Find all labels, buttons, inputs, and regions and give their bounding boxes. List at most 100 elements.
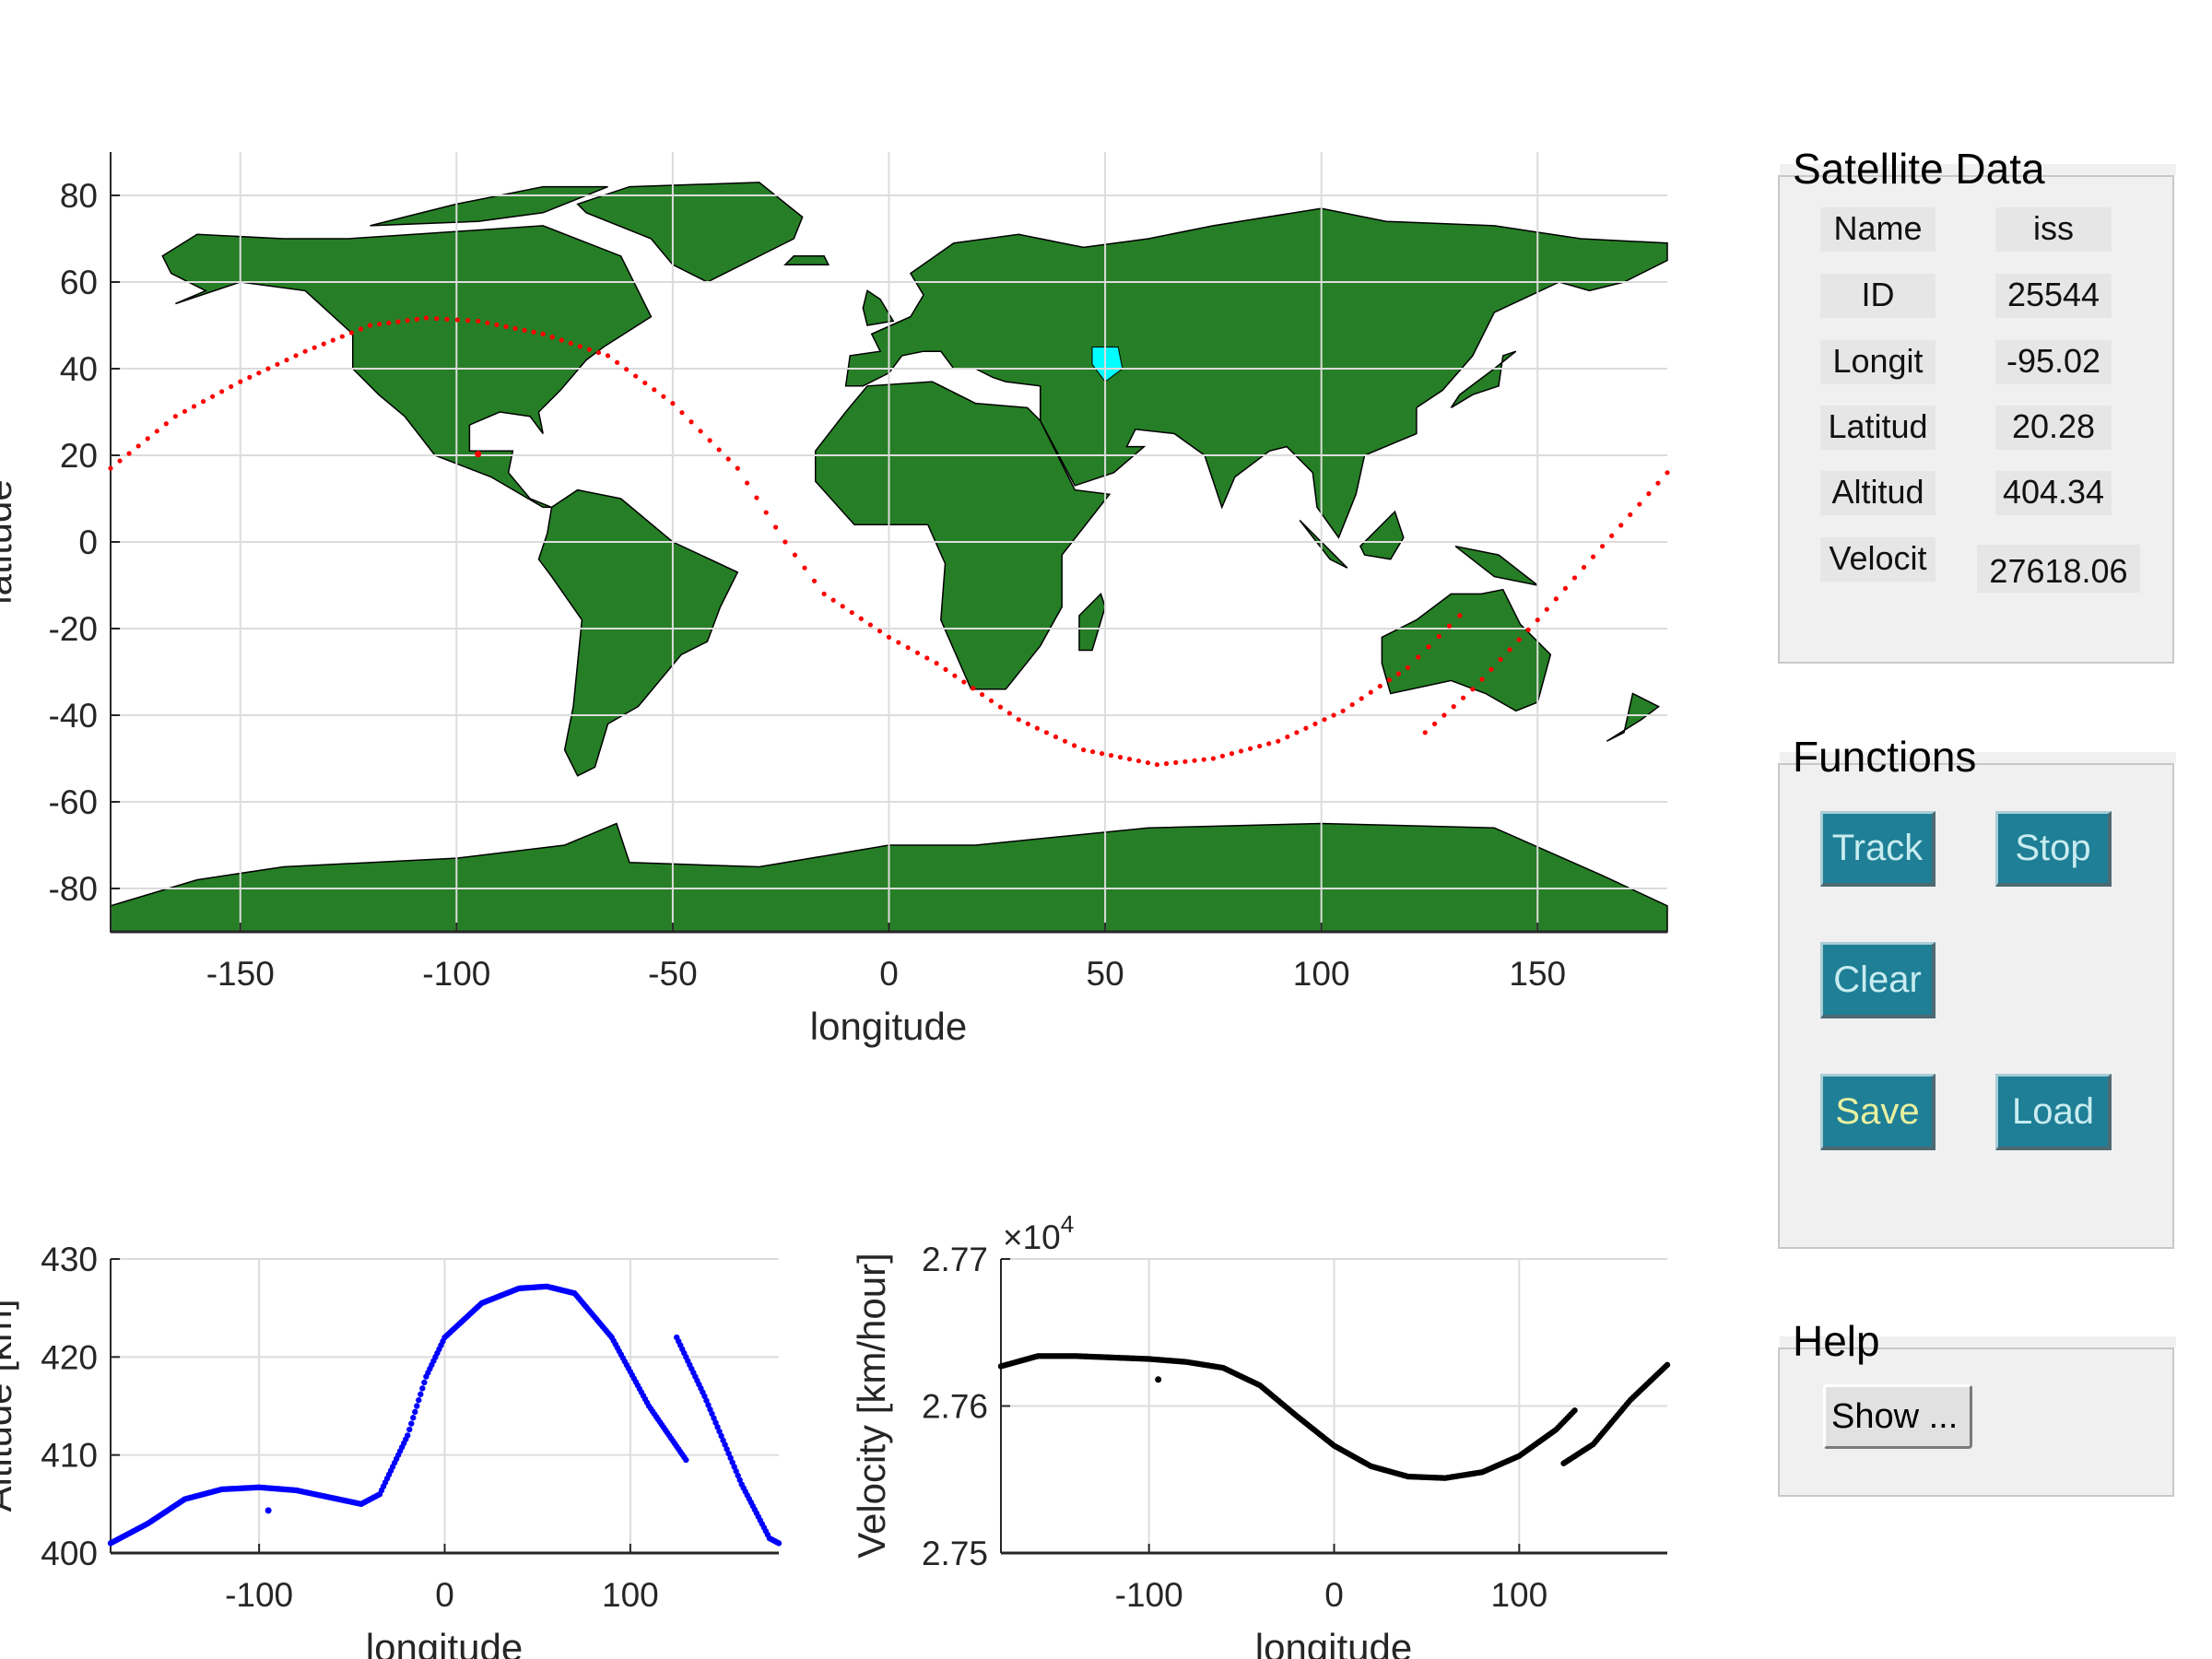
track-point	[1340, 708, 1346, 713]
track-point	[952, 673, 958, 678]
track-point	[1405, 665, 1411, 670]
panel-title: Functions	[1793, 733, 1977, 781]
track-point	[670, 401, 676, 406]
grid	[111, 1258, 779, 1554]
stop-button[interactable]: Stop	[1995, 811, 2112, 887]
current-position-marker	[265, 1507, 272, 1514]
track-point	[1238, 748, 1244, 754]
clear-button[interactable]: Clear	[1820, 942, 1936, 1018]
track-point	[1446, 623, 1453, 629]
current-position-marker	[1155, 1376, 1162, 1383]
track-point	[1525, 627, 1531, 632]
y-tick-label: 0	[78, 524, 98, 561]
track-point	[265, 366, 271, 371]
track-point	[1479, 677, 1485, 682]
y-tick-label: 430	[41, 1241, 98, 1278]
track-point	[1173, 759, 1179, 765]
track-point	[1034, 725, 1040, 731]
track-point	[924, 655, 930, 661]
show-help-button[interactable]: Show ...	[1823, 1384, 1972, 1449]
track-point	[1516, 637, 1522, 642]
track-point	[840, 604, 845, 609]
track-point	[792, 552, 798, 558]
track-point	[1581, 564, 1587, 571]
track-point	[1294, 730, 1300, 735]
velocity-multiplier: ×104	[1003, 1210, 1074, 1256]
track-point	[386, 320, 392, 325]
track-point	[522, 327, 527, 333]
track-point	[614, 359, 620, 365]
altitude-ylabel: Altitude [km]	[0, 1299, 19, 1512]
field-value: 20.28	[1995, 406, 2112, 450]
track-point	[1377, 683, 1382, 689]
track-point	[503, 324, 509, 329]
track-point	[642, 380, 648, 386]
track-point	[1349, 701, 1355, 708]
track-point	[1436, 633, 1441, 640]
field-label: Latitud	[1820, 406, 1936, 450]
track-point	[549, 335, 555, 340]
y-tick-label: 80	[60, 177, 98, 215]
track-point	[358, 326, 364, 332]
track-point	[238, 379, 243, 384]
save-button[interactable]: Save	[1820, 1074, 1936, 1150]
track-point	[339, 334, 345, 339]
track-point	[624, 367, 629, 372]
track-point	[302, 348, 308, 354]
track-point	[1426, 644, 1431, 650]
data-point	[683, 1456, 689, 1464]
track-point	[1535, 618, 1540, 623]
data-point	[410, 1415, 417, 1421]
track-point	[988, 698, 994, 703]
track-point	[1544, 606, 1549, 612]
y-tick-label: -40	[49, 697, 98, 735]
data-point	[1664, 1361, 1671, 1369]
landmass	[1078, 593, 1106, 652]
track-point	[476, 318, 481, 324]
track-point	[559, 337, 564, 343]
track-point	[154, 429, 159, 434]
track-point	[1043, 730, 1050, 735]
track-point	[1451, 704, 1456, 710]
track-point	[1247, 746, 1253, 751]
track-point	[1210, 756, 1216, 761]
track-point	[465, 318, 471, 324]
data-point	[414, 1403, 420, 1409]
track-button[interactable]: Track	[1820, 811, 1936, 887]
altitude-axes: -100 0 100 430 420 410 400	[41, 1241, 782, 1614]
track-point	[367, 323, 373, 328]
data-point	[418, 1391, 424, 1397]
track-point	[256, 371, 262, 376]
load-button[interactable]: Load	[1995, 1074, 2112, 1150]
y-tick-label: 60	[60, 264, 98, 301]
landmass	[1381, 588, 1552, 712]
track-point	[1081, 747, 1087, 753]
track-point	[1303, 725, 1309, 731]
track-point	[1089, 748, 1096, 755]
track-point	[997, 704, 1004, 710]
track-point	[745, 480, 750, 486]
track-point	[1126, 756, 1133, 762]
track-point	[1322, 717, 1327, 723]
velocity-ylabel: Velocity [km/hour]	[850, 1253, 893, 1558]
landmass	[783, 255, 830, 265]
track-point	[454, 317, 460, 323]
track-point	[1618, 523, 1624, 528]
x-tick-label: 0	[1324, 1576, 1344, 1614]
track-point	[633, 373, 639, 379]
track-point	[434, 316, 440, 322]
x-tick-label: 100	[1490, 1576, 1547, 1614]
track-point	[1006, 711, 1012, 716]
track-point	[108, 465, 113, 471]
track-point	[1099, 750, 1105, 757]
field-label: Longit	[1820, 340, 1936, 384]
y-tick-label: 20	[60, 437, 98, 475]
track-point	[1071, 743, 1077, 748]
track-point	[284, 358, 289, 363]
track-point	[540, 331, 546, 336]
track-point	[735, 465, 740, 471]
track-point	[1416, 654, 1421, 660]
track-point	[145, 436, 150, 441]
track-point	[652, 387, 657, 393]
track-point	[661, 394, 666, 399]
